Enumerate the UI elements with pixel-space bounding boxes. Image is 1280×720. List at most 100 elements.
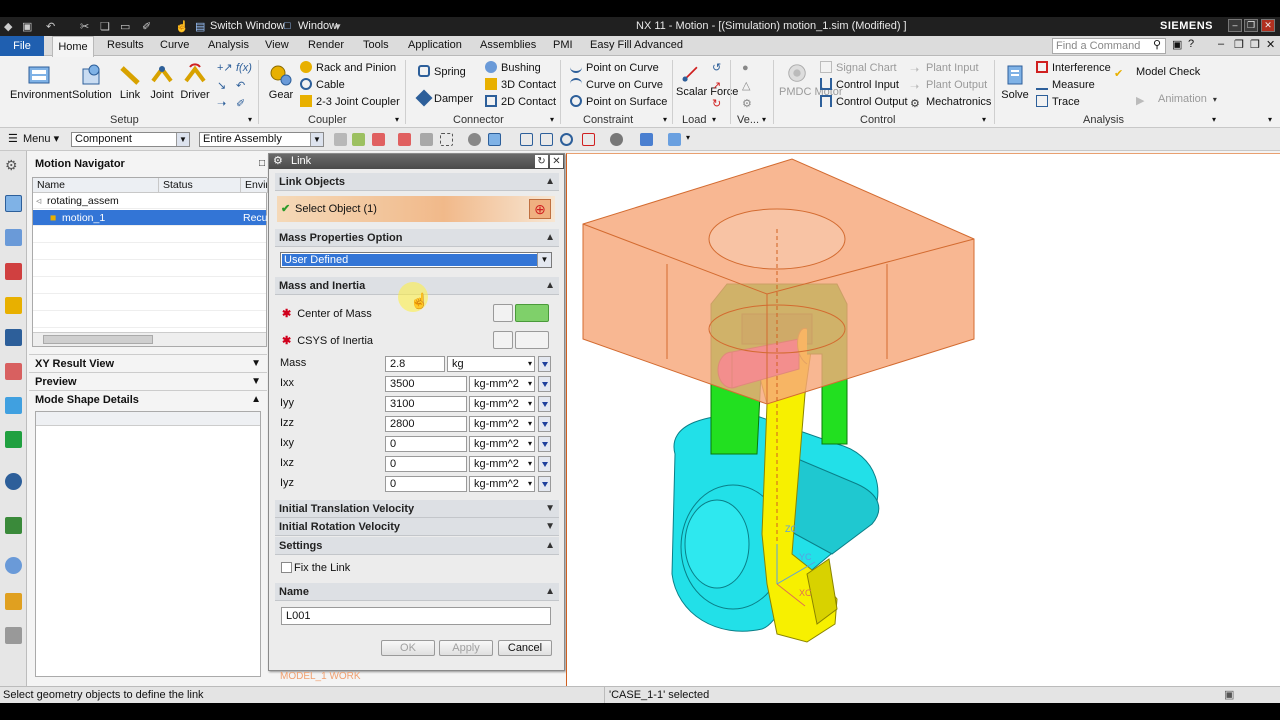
curve-on-curve-button[interactable]: Curve on Curve (570, 77, 663, 93)
search-icon[interactable]: ⚲ (1153, 38, 1161, 51)
vector-torque-icon[interactable]: ↻ (712, 96, 721, 112)
ball-icon[interactable]: ● (742, 60, 749, 76)
model-check-button[interactable]: ✔ Model Check (1114, 64, 1200, 80)
constraint-small-icon[interactable]: ↶ (236, 78, 245, 94)
rack-and-pinion-button[interactable]: Rack and Pinion (300, 60, 396, 76)
name-section-header[interactable]: Name ▲ (275, 583, 559, 601)
dialog-gear-icon[interactable]: ⚙ (273, 154, 283, 169)
tab-assemblies[interactable]: Assemblies (480, 39, 536, 51)
mass-unit-dropdown[interactable]: kg ▾ (447, 356, 535, 372)
column-header-environment[interactable]: Envir (241, 178, 268, 193)
ribbon-options-icon[interactable]: ▣ (1172, 38, 1182, 51)
ixz-unit-dropdown[interactable]: kg-mm^2 ▾ (469, 456, 535, 472)
settings-gear-icon[interactable]: ⚙ (5, 157, 22, 174)
cable-button[interactable]: Cable (300, 77, 345, 93)
tab-view[interactable]: View (265, 39, 289, 51)
ixx-options-button[interactable] (538, 376, 551, 392)
close-window-button[interactable]: ✕ (1261, 19, 1275, 32)
mechatronics-button[interactable]: ⚙ Mechatronics (910, 94, 991, 110)
work-layer-icon[interactable] (668, 133, 681, 146)
doc-close-icon[interactable]: ✕ (1266, 38, 1275, 51)
hd3d-icon[interactable] (5, 363, 22, 380)
setup-more-icon[interactable]: ▾ (248, 112, 252, 128)
tree-row-motion-1[interactable]: ■ motion_1 Recu (33, 210, 268, 226)
ixy-options-button[interactable] (538, 436, 551, 452)
checkbox-box[interactable] (281, 562, 292, 573)
tab-render[interactable]: Render (308, 39, 344, 51)
link-objects-section-header[interactable]: Link Objects ▲ (275, 173, 559, 191)
inferred-point-icon[interactable] (515, 304, 549, 322)
web-browser-icon[interactable] (5, 397, 22, 414)
joint-button[interactable]: Joint (148, 63, 176, 101)
interference-button[interactable]: Interference (1036, 60, 1111, 76)
show-hide-icon[interactable] (488, 133, 501, 146)
constraint-more-icon[interactable]: ▾ (663, 112, 667, 128)
iyz-unit-dropdown[interactable]: kg-mm^2 ▾ (469, 476, 535, 492)
select-all-icon[interactable] (372, 133, 385, 146)
roles-icon[interactable] (5, 593, 22, 610)
load-more-icon[interactable]: ▾ (712, 112, 716, 128)
help-icon[interactable]: ? (1188, 38, 1194, 50)
environment-button[interactable]: Environment (10, 63, 72, 101)
tab-analysis[interactable]: Analysis (208, 39, 249, 51)
graphics-viewport[interactable]: ZC YC XC (566, 153, 1280, 686)
apply-button[interactable]: Apply (439, 640, 493, 656)
fit-view-icon[interactable] (520, 133, 533, 146)
control-input-button[interactable]: Control Input (820, 77, 899, 93)
filter-icon[interactable] (352, 133, 365, 146)
tree-row-rotating-assem[interactable]: ◃ rotating_assem (33, 193, 266, 209)
reset-icon[interactable]: ↻ (535, 155, 548, 168)
tab-file[interactable]: File (0, 36, 44, 56)
plant-output-button[interactable]: ➝ Plant Output (910, 77, 987, 93)
coupler-more-icon[interactable]: ▾ (395, 112, 399, 128)
orient-view-icon[interactable] (582, 133, 595, 146)
brush-icon[interactable]: ✐ (142, 20, 151, 33)
point-on-surface-button[interactable]: Point on Surface (570, 94, 667, 110)
menu-button[interactable]: Menu ▾ (23, 132, 59, 145)
palette-icon[interactable] (5, 431, 22, 448)
settings-section-header[interactable]: Settings ▲ (275, 537, 559, 555)
render-style-icon[interactable] (610, 133, 623, 146)
select-object-row[interactable]: ✔ Select Object (1) ⊕ (277, 196, 555, 222)
mechanism-model[interactable]: ZC YC XC (567, 154, 1280, 687)
mode-shape-list[interactable] (35, 411, 261, 677)
doc-restore-icon[interactable]: ❐ (1234, 38, 1244, 51)
ixz-input[interactable]: 0 (385, 456, 467, 472)
xy-result-view-header[interactable]: XY Result View ▼ (29, 354, 267, 372)
clock-icon[interactable] (5, 557, 22, 574)
selection-scope-dropdown[interactable]: Entire Assembly ▼ (199, 132, 324, 147)
mass-options-button[interactable] (538, 356, 551, 372)
tab-home[interactable]: Home (52, 36, 94, 57)
point-on-curve-button[interactable]: Point on Curve (570, 60, 659, 76)
iyz-options-button[interactable] (538, 476, 551, 492)
preview-header[interactable]: Preview ▼ (29, 372, 267, 390)
snap-point-icon[interactable] (398, 133, 411, 146)
sensor-icon[interactable]: ↘ (217, 78, 226, 94)
tab-tools[interactable]: Tools (363, 39, 389, 51)
undo-icon[interactable]: ↶ (46, 20, 55, 33)
tab-easy-fill-advanced[interactable]: Easy Fill Advanced (590, 39, 683, 51)
dialog-close-icon[interactable]: ✕ (550, 155, 563, 168)
motion-navigator-icon[interactable] (5, 195, 22, 212)
flex-link-icon[interactable]: ➝ (217, 96, 226, 112)
scalar-force-button[interactable]: Scalar Force (676, 63, 738, 98)
izz-unit-dropdown[interactable]: kg-mm^2 ▾ (469, 416, 535, 432)
ribbon-overflow-icon[interactable]: ▾ (1268, 112, 1272, 128)
assembly-navigator-icon[interactable] (5, 263, 22, 280)
iyy-input[interactable]: 3100 (385, 396, 467, 412)
general-selection-icon[interactable] (334, 133, 347, 146)
ixz-options-button[interactable] (538, 456, 551, 472)
dialog-title-bar[interactable]: ⚙ Link ↻ ✕ (269, 154, 564, 169)
ixy-unit-dropdown[interactable]: kg-mm^2 ▾ (469, 436, 535, 452)
edit-icon[interactable]: ✐ (236, 96, 245, 112)
signal-chart-button[interactable]: Signal Chart (820, 60, 897, 76)
control-output-button[interactable]: Control Output (820, 94, 908, 110)
tire-icon[interactable]: ⚙ (742, 96, 752, 112)
initial-translation-velocity-section-header[interactable]: Initial Translation Velocity ▼ (275, 500, 559, 518)
minimize-button[interactable]: – (1228, 19, 1242, 32)
selection-priority-icon[interactable] (468, 133, 481, 146)
mode-shape-details-header[interactable]: Mode Shape Details ▲ (29, 390, 267, 408)
history-icon[interactable] (5, 473, 22, 490)
drum-icon[interactable]: △ (742, 78, 750, 94)
csys-dialog-icon[interactable] (493, 331, 513, 349)
